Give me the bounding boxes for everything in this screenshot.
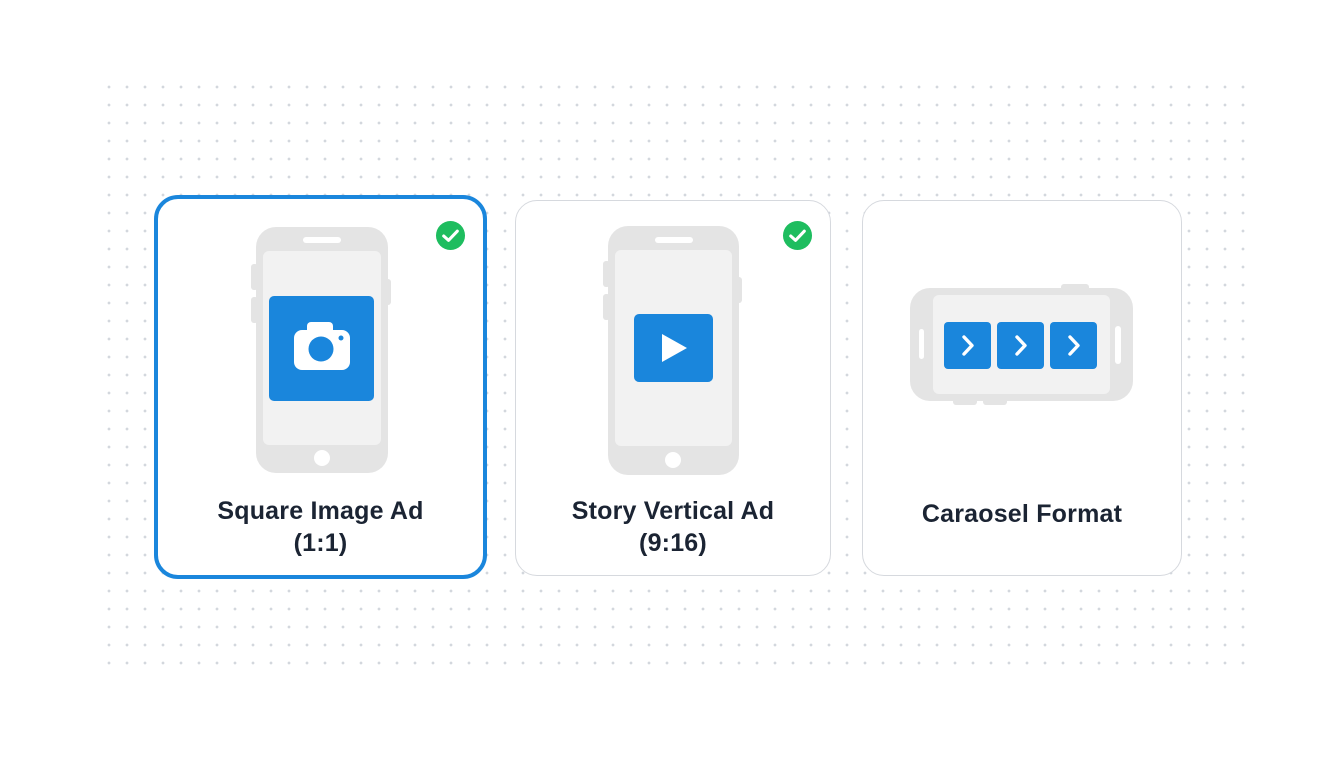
- ad-format-card-carousel[interactable]: Caraosel Format: [862, 200, 1182, 576]
- card-title-line2: (1:1): [293, 529, 348, 557]
- card-title-line1: Square Image Ad: [217, 497, 424, 525]
- ad-format-card-square[interactable]: Square Image Ad (1:1): [154, 195, 487, 579]
- check-circle-icon: [435, 220, 466, 251]
- ad-format-card-story[interactable]: Story Vertical Ad (9:16): [515, 200, 831, 576]
- card-title-line1: Story Vertical Ad: [571, 497, 775, 525]
- check-circle-icon: [782, 220, 813, 251]
- chevron-right-icon: [997, 322, 1044, 369]
- card-title: Caraosel Format: [863, 498, 1181, 530]
- chevron-right-icon: [944, 322, 991, 369]
- card-title-line2: (9:16): [639, 529, 707, 557]
- card-title: Story Vertical Ad (9:16): [516, 495, 830, 559]
- chevron-right-icon: [1050, 322, 1097, 369]
- card-title-line1: Caraosel Format: [921, 500, 1123, 528]
- card-title: Square Image Ad (1:1): [158, 495, 483, 559]
